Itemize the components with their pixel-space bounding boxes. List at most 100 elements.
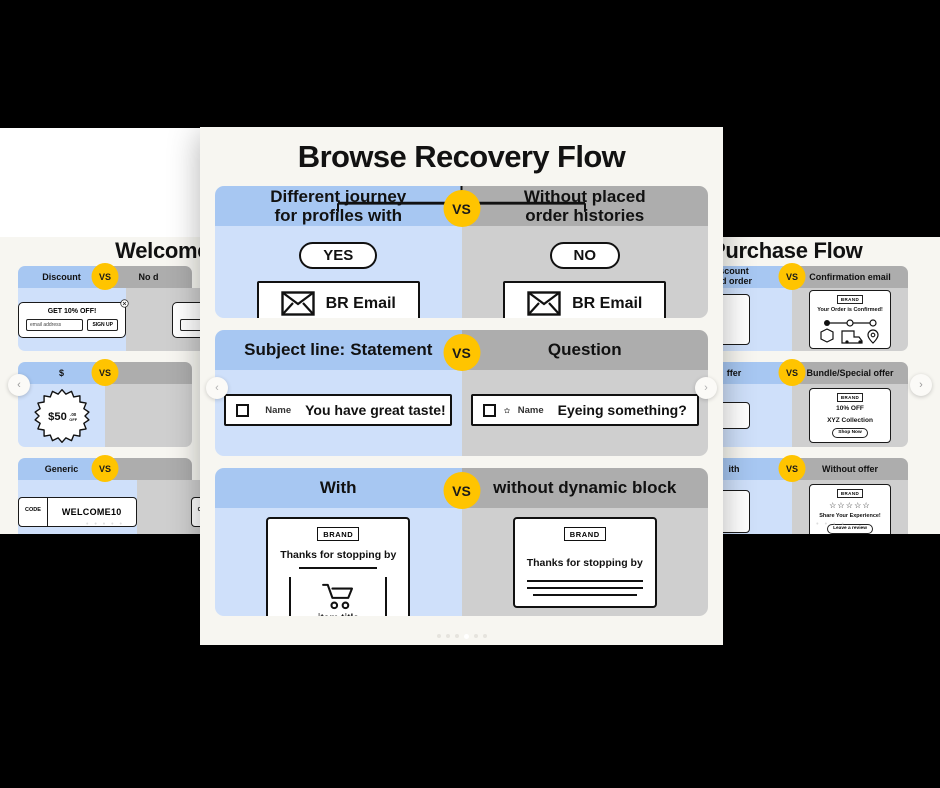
background-top-band-right xyxy=(722,128,940,237)
vs-badge: VS xyxy=(443,472,480,509)
block-left-header: Subject line: Statement xyxy=(215,330,462,370)
with-dynamic-block: BRAND Thanks for stopping by item.title xyxy=(215,508,462,616)
cart-icon xyxy=(322,583,354,610)
row-left-content: TS ) xyxy=(722,384,792,447)
modal-prev-button[interactable]: ‹ xyxy=(206,377,228,399)
row-header: ffer Bundle/Special offer xyxy=(722,362,908,384)
list-item[interactable]: Discount No d VS GET 10% OFF! email addr… xyxy=(18,263,210,351)
block-right-header: Question xyxy=(461,330,708,370)
popup-email-input[interactable]: email address xyxy=(26,318,84,331)
email-mock-without-block: BRAND Thanks for stopping by xyxy=(512,517,657,608)
row-left-content: GET 10% OFF! email address SIGN UP xyxy=(18,288,129,351)
statement-variant: Name You have great taste! xyxy=(215,370,462,456)
dot[interactable] xyxy=(445,634,450,638)
row-left-label-line1: scount xyxy=(722,266,749,277)
row-right-content xyxy=(105,384,192,447)
divider xyxy=(299,567,378,569)
post-purchase-flow-title: -Purchase Flow xyxy=(722,238,863,263)
row-left-content: $50 .00 OFF xyxy=(18,384,105,447)
modal-next-button[interactable]: › xyxy=(695,377,717,399)
dynamic-product-block: item.title xyxy=(289,577,388,616)
divider xyxy=(526,580,643,582)
post-purchase-rows: scount ed order Confirmation email VS rd… xyxy=(722,263,926,534)
divider xyxy=(526,587,643,589)
vs-badge: VS xyxy=(91,359,119,386)
popup-signup-button[interactable]: SIGN UP xyxy=(87,318,118,331)
vs-badge: VS xyxy=(443,190,480,227)
star-icon[interactable] xyxy=(503,403,510,418)
shop-now-button[interactable]: Shop Now xyxy=(832,427,868,438)
thanks-text: Thanks for stopping by xyxy=(526,557,643,569)
row-right-content: BRAND Your Order is Confirmed! xyxy=(792,288,908,351)
dot[interactable] xyxy=(473,634,478,638)
row-right-content xyxy=(126,288,210,351)
dot[interactable] xyxy=(454,634,459,638)
background-top-band-left xyxy=(0,128,210,237)
vs-block-dynamic-block: With without dynamic block VS BRAND Than… xyxy=(215,468,708,616)
right-br-email-box: BR Email xyxy=(503,281,667,318)
offer-line-1: 10% OFF xyxy=(836,405,864,413)
subject-bold: Statement xyxy=(350,340,433,360)
right-br-email-label: BR Email xyxy=(572,294,643,312)
brand-tag: BRAND xyxy=(563,527,606,541)
block-body: BRAND Thanks for stopping by item.title xyxy=(215,508,708,616)
dot[interactable] xyxy=(482,634,487,638)
order-tracking-icon xyxy=(820,318,879,344)
row-right-label: Confirmation email xyxy=(792,266,908,288)
vs-badge: VS xyxy=(778,263,806,290)
carousel-pagination-dots[interactable] xyxy=(200,634,723,639)
left-header-line1: Different journey xyxy=(270,186,407,206)
row-right-label: Without offer xyxy=(792,458,908,480)
list-item[interactable]: scount ed order Confirmation email VS rd… xyxy=(722,263,908,351)
dot-active[interactable] xyxy=(463,634,469,639)
vs-block-subject-line: Subject line: Statement Question VS Name… xyxy=(215,330,708,456)
block-left-header: Different journey for profiles with xyxy=(215,186,462,226)
checkbox-icon[interactable] xyxy=(482,403,496,417)
confirmation-email-mock: BRAND Your Order is Confirmed! xyxy=(809,290,891,349)
without-dynamic-block: BRAND Thanks for stopping by xyxy=(461,508,708,616)
popup-title: GET 10% OFF! xyxy=(47,307,97,315)
dot[interactable] xyxy=(436,634,441,638)
vs-badge: VS xyxy=(443,334,480,371)
envelope-icon xyxy=(280,291,315,316)
list-item[interactable]: $ VS $50 .00 OFF xyxy=(18,359,192,447)
row-left-label-line2: ed order xyxy=(722,276,752,286)
welcome-flow-rows: Discount No d VS GET 10% OFF! email addr… xyxy=(0,263,210,534)
svg-text:.00: .00 xyxy=(70,412,77,417)
checkbox-icon[interactable] xyxy=(236,403,250,417)
background-panel-welcome-flow[interactable]: Welcome Fl Discount No d VS GET 10% OFF! xyxy=(0,128,210,534)
brand-tag: BRAND xyxy=(317,527,360,541)
no-branch: NO BR Email xyxy=(461,226,708,318)
left-card-clipped: rder. on s. U10 xyxy=(722,294,750,345)
confirmation-title: Your Order is Confirmed! xyxy=(817,307,883,314)
row-header: ith Without offer xyxy=(722,458,908,480)
background-right-dots[interactable]: • • • • xyxy=(722,521,940,528)
welcome-flow-title: Welcome Fl xyxy=(115,238,210,263)
close-icon[interactable] xyxy=(120,298,129,308)
right-sender-name: Name xyxy=(517,404,544,416)
left-card-clipped: TS ) xyxy=(722,401,750,430)
row-body: rder. on s. U10 BRAND Your Order is Conf… xyxy=(722,288,908,351)
right-header-line2: order histories xyxy=(525,206,645,225)
vs-block-journey-split: Different journey for profiles with With… xyxy=(215,186,708,318)
background-panel-post-purchase-flow[interactable]: -Purchase Flow scount ed order Confirmat… xyxy=(722,128,940,534)
block-right-header: Without placed order histories xyxy=(461,186,708,226)
background-prev-button[interactable]: ‹ xyxy=(8,374,30,396)
list-item[interactable]: ffer Bundle/Special offer VS TS ) xyxy=(722,359,908,447)
background-next-button[interactable]: › xyxy=(910,374,932,396)
yes-node: YES xyxy=(299,242,378,269)
left-sender-name: Name xyxy=(265,404,292,416)
row-header: scount ed order Confirmation email xyxy=(722,266,908,288)
brand-tag: BRAND xyxy=(836,295,864,305)
envelope-icon xyxy=(527,291,561,316)
signup-popup-mock: GET 10% OFF! email address SIGN UP xyxy=(18,298,129,338)
vs-badge: VS xyxy=(778,455,806,482)
vs-badge: VS xyxy=(778,359,806,386)
block-body: Name You have great taste! Name Eyeing s… xyxy=(215,370,708,456)
offer-line-2: XYZ Collection xyxy=(827,416,873,424)
vs-badge: VS xyxy=(91,455,119,482)
brand-tag: BRAND xyxy=(836,393,864,403)
background-left-dots[interactable]: • • • • • xyxy=(0,521,210,528)
left-inbox-row: Name You have great taste! xyxy=(224,394,453,426)
left-br-email-box: BR Email xyxy=(256,281,420,318)
